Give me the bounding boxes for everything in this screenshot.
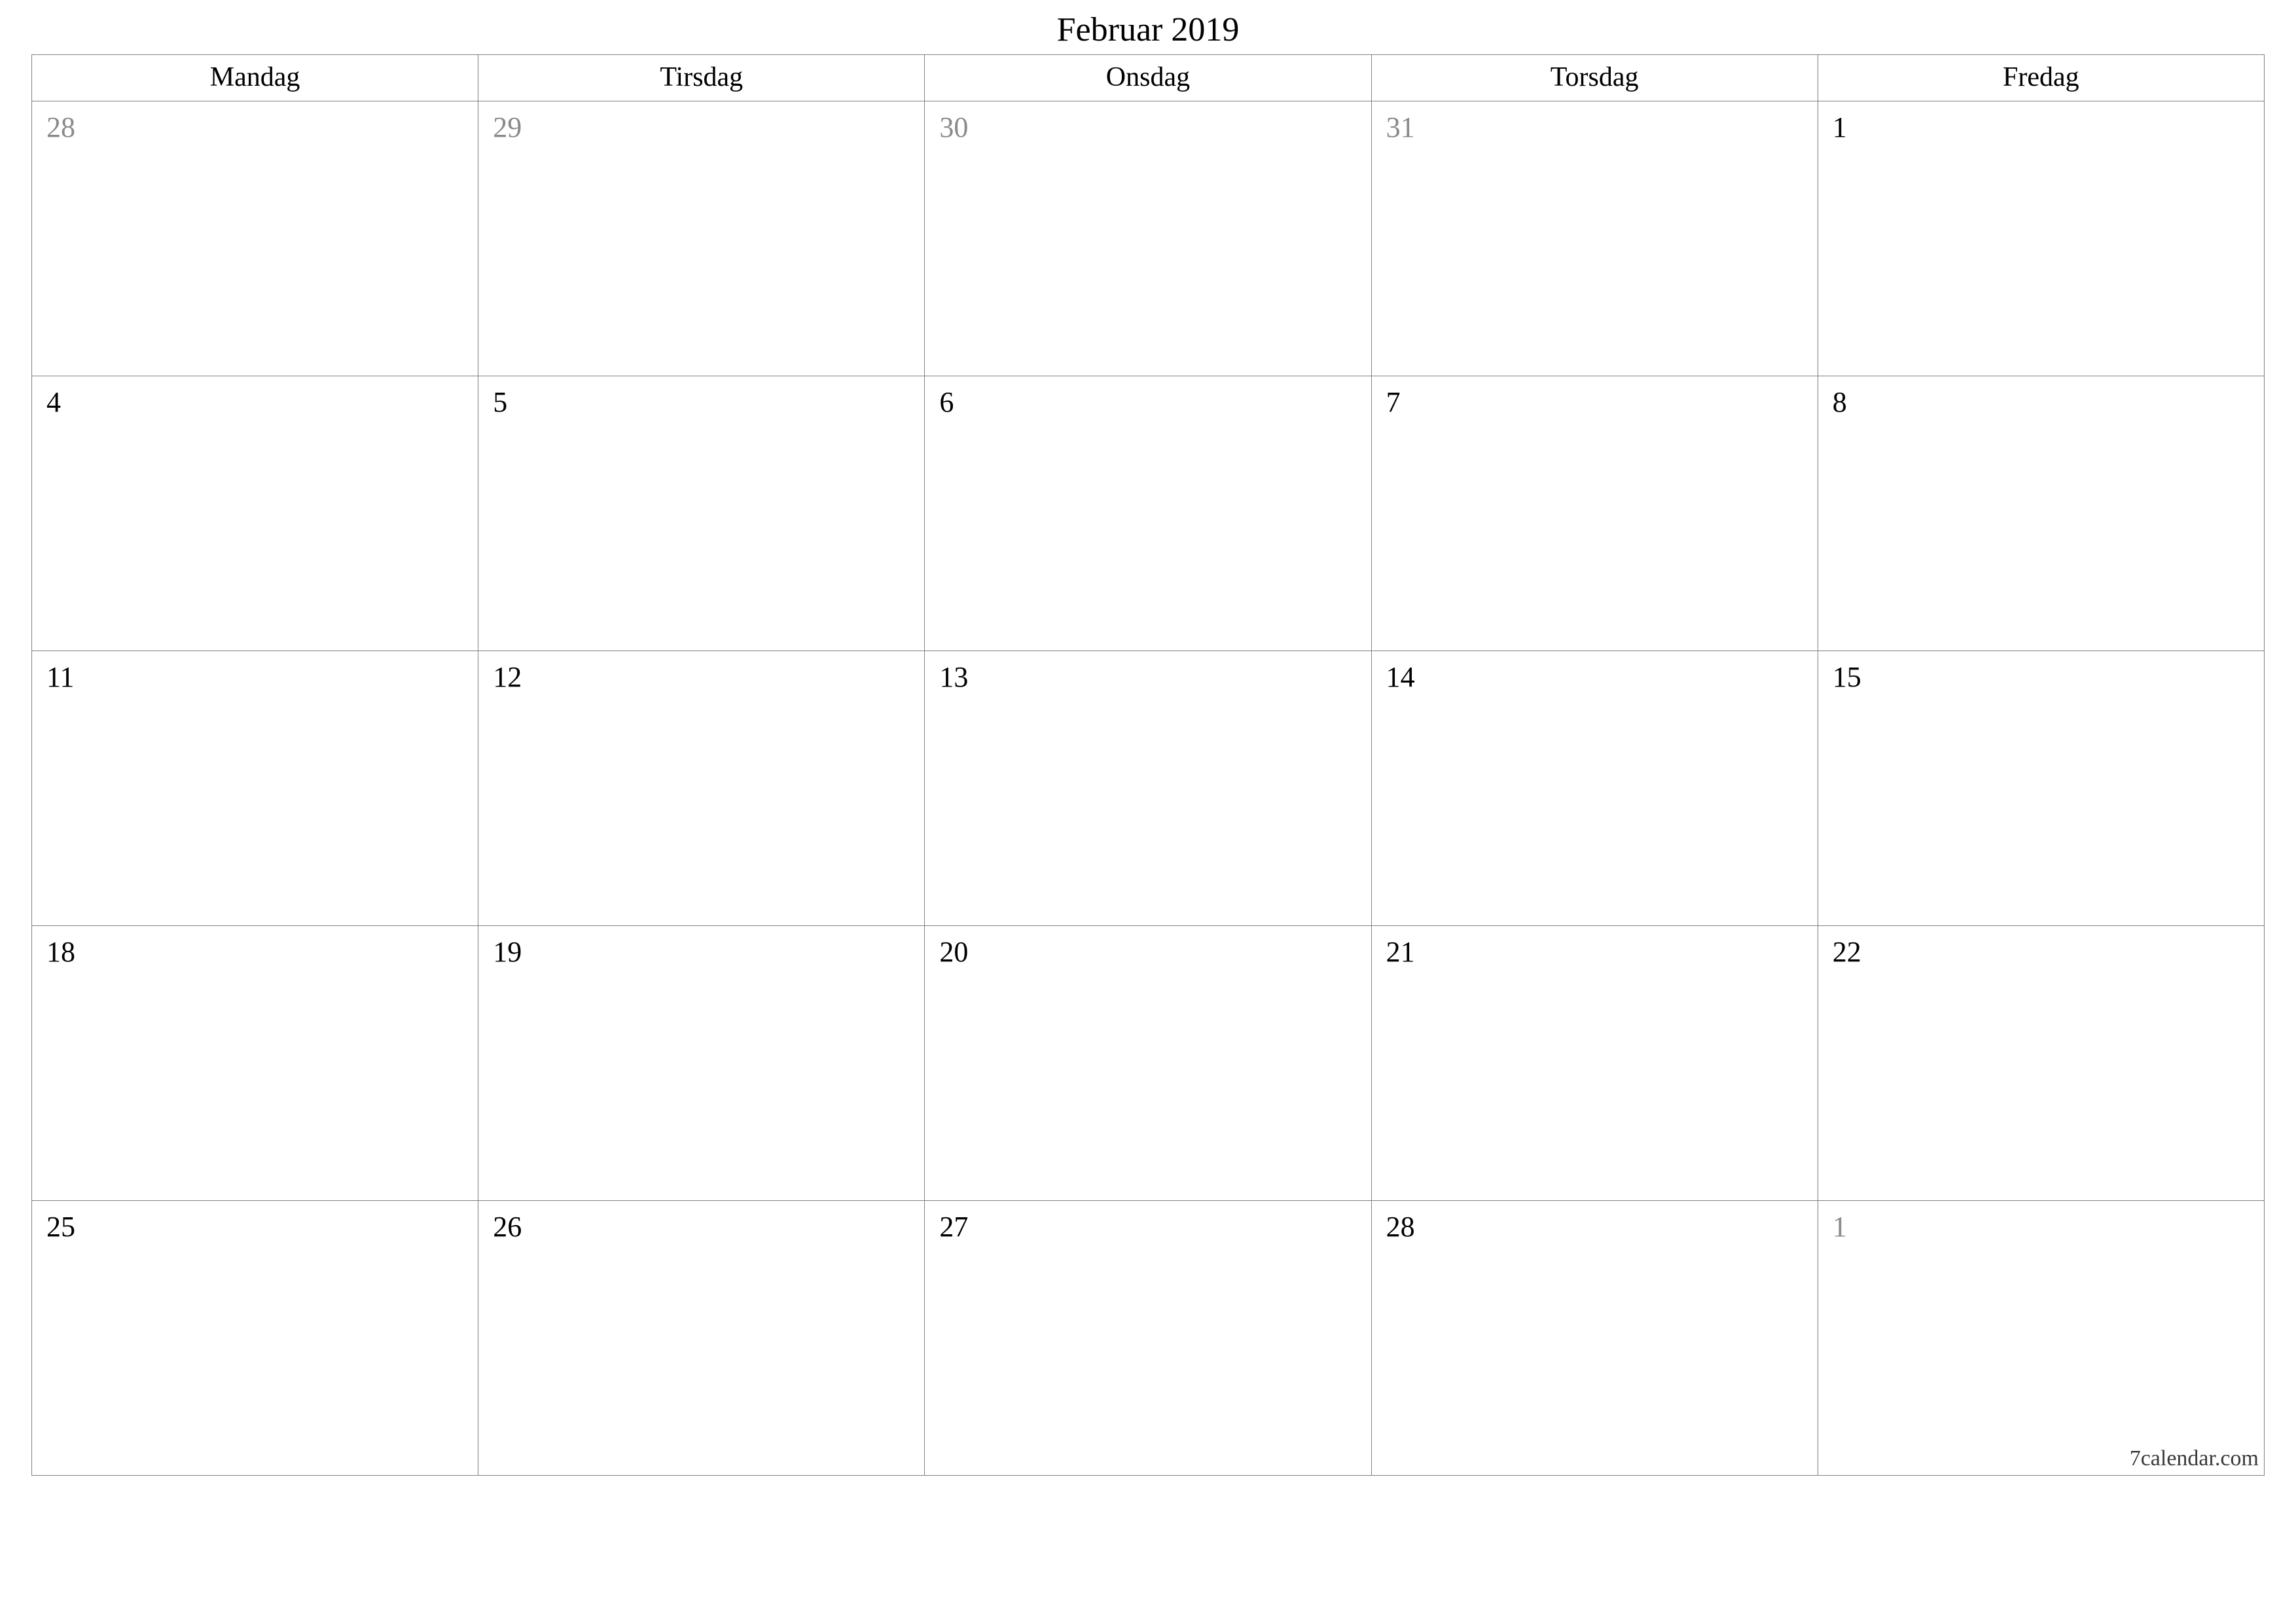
day-cell: 1 7calendar.com	[1818, 1201, 2264, 1476]
day-number: 14	[1386, 661, 1415, 693]
calendar-title: Februar 2019	[31, 10, 2265, 49]
calendar-week-row: 11 12 13 14 15	[32, 651, 2265, 926]
weekday-header: Mandag	[32, 55, 478, 101]
day-number: 21	[1386, 936, 1415, 968]
day-cell: 26	[478, 1201, 925, 1476]
day-cell: 12	[478, 651, 925, 926]
day-cell: 5	[478, 376, 925, 651]
day-number: 28	[46, 111, 75, 143]
calendar-week-row: 25 26 27 28 1 7calendar.com	[32, 1201, 2265, 1476]
day-number: 7	[1386, 386, 1401, 418]
day-cell: 4	[32, 376, 478, 651]
day-number: 26	[493, 1211, 522, 1243]
day-cell: 21	[1371, 926, 1818, 1201]
day-number: 5	[493, 386, 507, 418]
weekday-header: Onsdag	[925, 55, 1371, 101]
day-number: 22	[1833, 936, 1861, 968]
day-cell: 29	[478, 101, 925, 376]
day-cell: 13	[925, 651, 1371, 926]
day-cell: 1	[1818, 101, 2264, 376]
weekday-header: Torsdag	[1371, 55, 1818, 101]
day-cell: 8	[1818, 376, 2264, 651]
day-number: 28	[1386, 1211, 1415, 1243]
calendar-table: Mandag Tirsdag Onsdag Torsdag Fredag 28 …	[31, 54, 2265, 1476]
calendar-header-row: Mandag Tirsdag Onsdag Torsdag Fredag	[32, 55, 2265, 101]
day-number: 25	[46, 1211, 75, 1243]
calendar-week-row: 18 19 20 21 22	[32, 926, 2265, 1201]
day-cell: 20	[925, 926, 1371, 1201]
day-number: 29	[493, 111, 522, 143]
day-number: 18	[46, 936, 75, 968]
day-number: 1	[1833, 1211, 1847, 1243]
day-cell: 25	[32, 1201, 478, 1476]
day-cell: 6	[925, 376, 1371, 651]
day-number: 1	[1833, 111, 1847, 143]
day-number: 19	[493, 936, 522, 968]
calendar-week-row: 28 29 30 31 1	[32, 101, 2265, 376]
weekday-header: Tirsdag	[478, 55, 925, 101]
day-number: 13	[939, 661, 968, 693]
day-cell: 14	[1371, 651, 1818, 926]
day-cell: 31	[1371, 101, 1818, 376]
day-number: 4	[46, 386, 61, 418]
day-number: 15	[1833, 661, 1861, 693]
day-number: 20	[939, 936, 968, 968]
day-number: 27	[939, 1211, 968, 1243]
day-number: 30	[939, 111, 968, 143]
day-cell: 19	[478, 926, 925, 1201]
day-cell: 11	[32, 651, 478, 926]
day-cell: 18	[32, 926, 478, 1201]
day-cell: 27	[925, 1201, 1371, 1476]
day-number: 11	[46, 661, 74, 693]
day-cell: 15	[1818, 651, 2264, 926]
day-number: 6	[939, 386, 954, 418]
day-cell: 28	[32, 101, 478, 376]
calendar-page: Februar 2019 Mandag Tirsdag Onsdag Torsd…	[31, 10, 2265, 1476]
day-cell: 22	[1818, 926, 2264, 1201]
day-cell: 30	[925, 101, 1371, 376]
day-cell: 7	[1371, 376, 1818, 651]
weekday-header: Fredag	[1818, 55, 2264, 101]
day-number: 12	[493, 661, 522, 693]
day-number: 31	[1386, 111, 1415, 143]
day-cell: 28	[1371, 1201, 1818, 1476]
footer-credit: 7calendar.com	[2130, 1446, 2259, 1471]
day-number: 8	[1833, 386, 1847, 418]
calendar-week-row: 4 5 6 7 8	[32, 376, 2265, 651]
